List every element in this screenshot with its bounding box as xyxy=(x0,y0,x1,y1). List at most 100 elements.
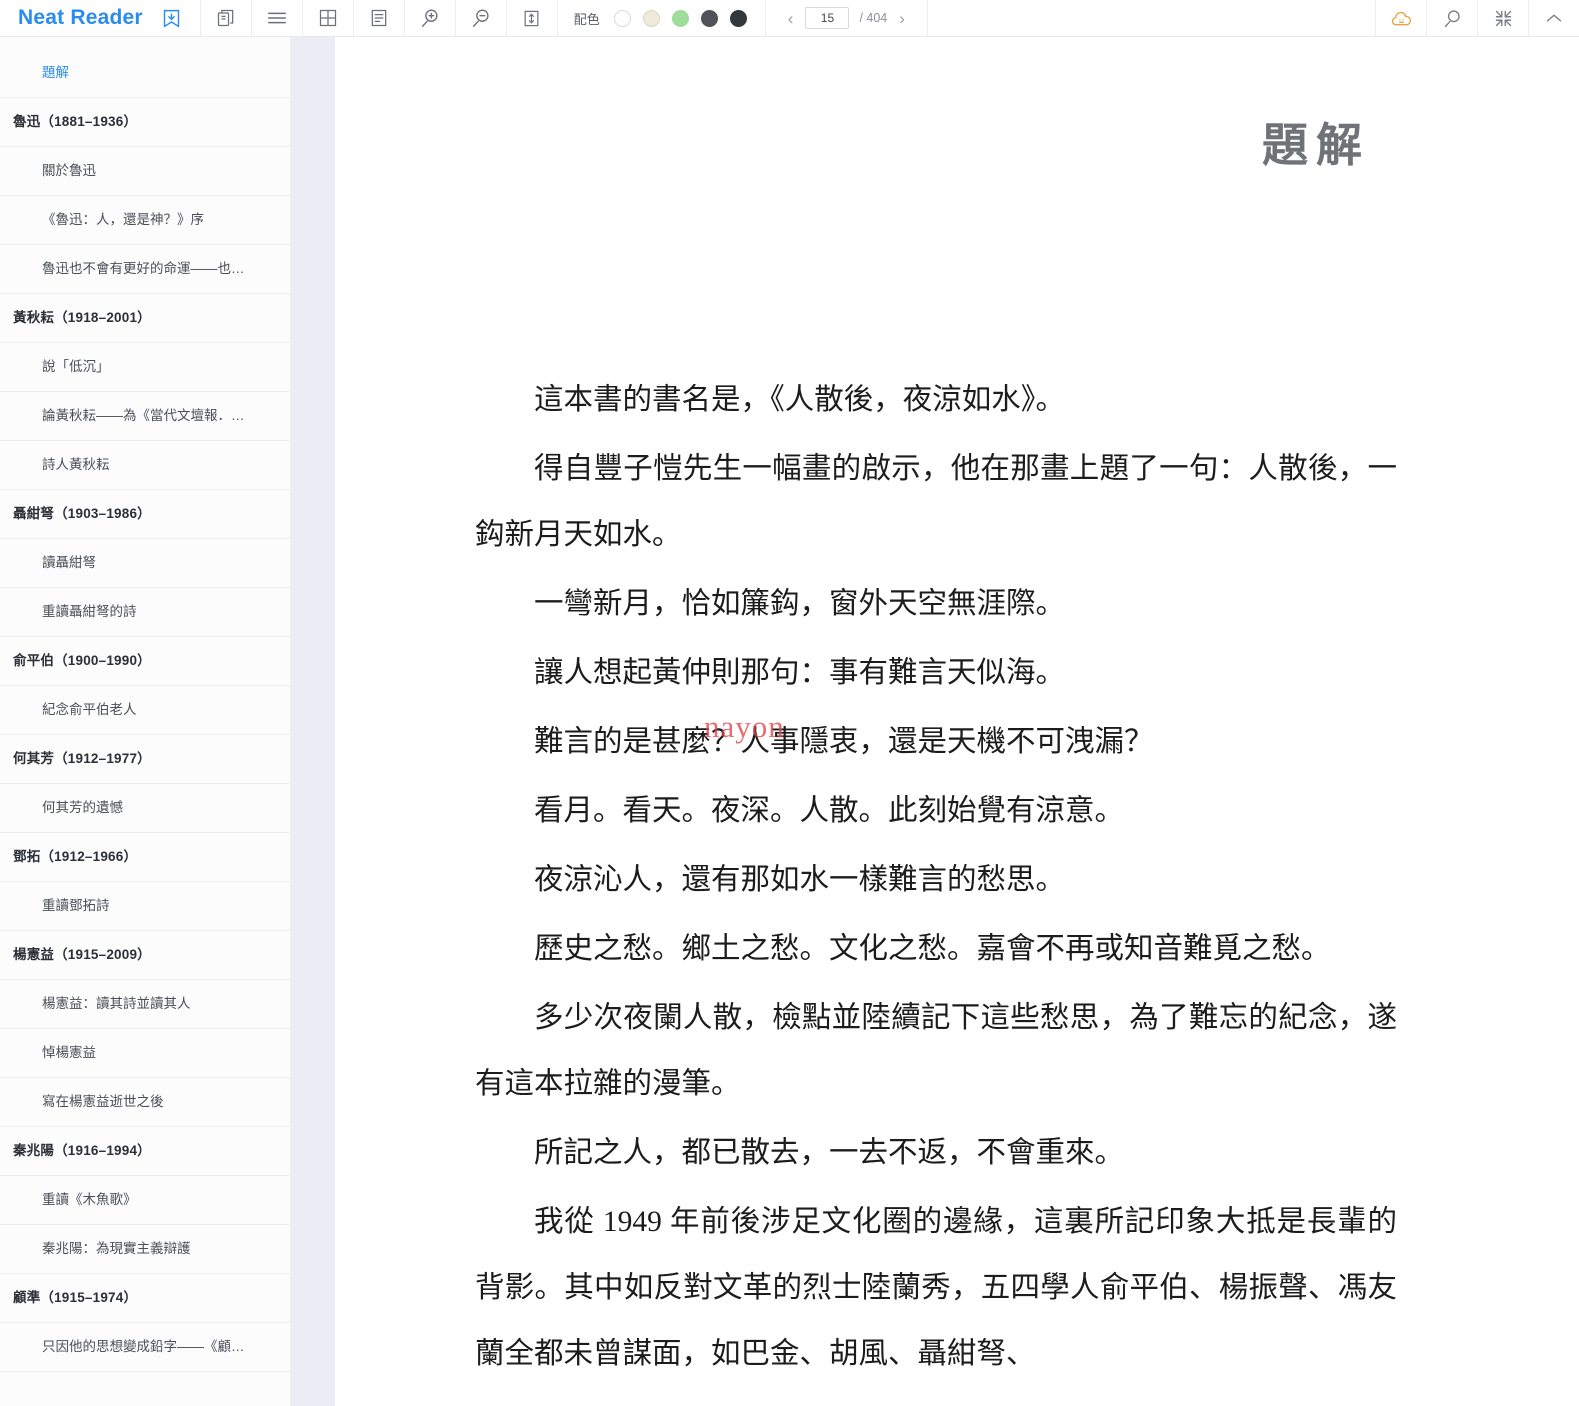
color-scheme-group: 配色 xyxy=(558,0,765,37)
toc-item-label: 悼楊憲益 xyxy=(42,1045,96,1061)
grid-layout-icon[interactable] xyxy=(303,0,353,37)
toc-item[interactable]: 悼楊憲益 xyxy=(0,1029,290,1078)
toc-item[interactable]: 何其芳的遺憾 xyxy=(0,784,290,833)
prev-page-button[interactable]: ‹ xyxy=(786,10,796,27)
toc-item[interactable]: 鄧拓（1912–1966） xyxy=(0,833,290,882)
scheme-green-swatch[interactable] xyxy=(671,9,689,27)
body-paragraph: 難言的是甚麼？人事隱衷，還是天機不可洩漏？ xyxy=(534,726,1154,758)
toc-item-label: 何其芳（1912–1977） xyxy=(13,751,151,767)
save-to-library-icon[interactable] xyxy=(157,0,187,37)
color-scheme-label: 配色 xyxy=(573,11,600,27)
page-content: 題解 這本書的書名是，《人散後，夜涼如水》。得自豐子愷先生一幅畫的啟示，他在那畫… xyxy=(335,37,1579,1406)
page-title: 題解 xyxy=(1262,120,1370,171)
page-navigator: ‹ / 404 › xyxy=(766,0,927,37)
toc-item[interactable]: 題解 xyxy=(0,49,290,98)
page-gutter xyxy=(291,37,335,1406)
page-body-text: 這本書的書名是，《人散後，夜涼如水》。得自豐子愷先生一幅畫的啟示，他在那畫上題了… xyxy=(475,367,1397,1390)
toc-item-label: 紀念俞平伯老人 xyxy=(42,702,137,718)
toc-item-label: 重讀《木魚歌》 xyxy=(42,1192,137,1208)
body-paragraph: 我從 1949 年前後涉足文化圈的邊緣，這裏所記印象大抵是長輩的背影。其中如反對… xyxy=(475,1206,1397,1370)
toc-item[interactable]: 何其芳（1912–1977） xyxy=(0,735,290,784)
toc-item-label: 讀聶紺弩 xyxy=(42,555,96,571)
toc-list: 題解魯迅（1881–1936） 關於魯迅《魯迅：人，還是神？》序魯迅也不會有更好的… xyxy=(0,37,290,1372)
body-paragraph: 看月。看天。夜深。人散。此刻始覺有涼意。 xyxy=(534,795,1125,827)
body-paragraph: 讓人想起黃仲則那句：事有難言天似海。 xyxy=(534,657,1066,689)
scheme-dark-gray-swatch[interactable] xyxy=(700,9,718,27)
toc-item[interactable]: 聶紺弩（1903–1986） xyxy=(0,490,290,539)
toc-item[interactable]: 楊憲益（1915–2009） xyxy=(0,931,290,980)
toc-item-label: 聶紺弩（1903–1986） xyxy=(13,506,151,522)
body-paragraph: 夜涼沁人，還有那如水一樣難言的愁思。 xyxy=(534,864,1066,896)
toc-item[interactable]: 重讀鄧拓詩 xyxy=(0,882,290,931)
toc-item[interactable]: 詩人黃秋耘 xyxy=(0,441,290,490)
toc-item[interactable]: 《魯迅：人，還是神？》序 xyxy=(0,196,290,245)
body-paragraph: 多少次夜闌人散，檢點並陸續記下這些愁思，為了難忘的紀念，遂有這本拉雜的漫筆。 xyxy=(475,1002,1397,1100)
line-height-icon[interactable] xyxy=(507,0,557,37)
toc-item-label: 楊憲益：讀其詩並讀其人 xyxy=(42,996,191,1012)
toc-item-label: 俞平伯（1900–1990） xyxy=(13,653,151,669)
app-title: Neat Reader xyxy=(18,6,143,29)
toc-item[interactable]: 魯迅（1881–1936） xyxy=(0,98,290,147)
toc-item-label: 重讀聶紺弩的詩 xyxy=(42,604,137,620)
toc-item[interactable]: 讀聶紺弩 xyxy=(0,539,290,588)
toc-item[interactable]: 俞平伯（1900–1990） xyxy=(0,637,290,686)
cloud-sync-icon[interactable] xyxy=(1376,0,1426,37)
zoom-out-icon[interactable] xyxy=(456,0,506,37)
toc-item-label: 魯迅也不會有更好的命運——也… xyxy=(42,261,245,277)
hamburger-menu-icon[interactable] xyxy=(252,0,302,37)
toc-item-label: 關於魯迅 xyxy=(42,163,96,179)
toc-item-label: 黃秋耘（1918–2001） xyxy=(13,310,151,326)
scheme-black-swatch[interactable] xyxy=(729,9,747,27)
body-paragraph: 得自豐子愷先生一幅畫的啟示，他在那畫上題了一句：人散後，一鈎新月天如水。 xyxy=(475,453,1397,551)
toc-item-label: 楊憲益（1915–2009） xyxy=(13,947,151,963)
toc-item-label: 鄧拓（1912–1966） xyxy=(13,849,138,865)
toc-item-label: 詩人黃秋耘 xyxy=(42,457,110,473)
scheme-white-swatch[interactable] xyxy=(613,9,631,27)
book-copy-icon[interactable] xyxy=(201,0,251,37)
toc-item-label: 何其芳的遺憾 xyxy=(42,800,123,816)
toc-item[interactable]: 論黃秋耘——為《當代文壇報．… xyxy=(0,392,290,441)
toc-item[interactable]: 魯迅也不會有更好的命運——也… xyxy=(0,245,290,294)
app-brand: Neat Reader xyxy=(0,0,200,37)
toc-item[interactable]: 重讀《木魚歌》 xyxy=(0,1176,290,1225)
toc-item-label: 《魯迅：人，還是神？》序 xyxy=(42,212,204,228)
toc-item-label: 題解 xyxy=(42,65,69,81)
body-paragraph: 歷史之愁。鄉土之愁。文化之愁。嘉會不再或知音難覓之愁。 xyxy=(534,933,1331,965)
toc-item-label: 說「低沉」 xyxy=(42,359,110,375)
toc-item[interactable]: 說「低沉」 xyxy=(0,343,290,392)
scheme-sepia-swatch[interactable] xyxy=(642,9,660,27)
body-paragraph: 所記之人，都已散去，一去不返，不會重來。 xyxy=(534,1137,1125,1169)
page-number-input[interactable] xyxy=(805,7,850,29)
toc-item-label: 秦兆陽（1916–1994） xyxy=(13,1143,151,1159)
toc-item[interactable]: 紀念俞平伯老人 xyxy=(0,686,290,735)
toc-item[interactable]: 顧準（1915–1974） xyxy=(0,1274,290,1323)
toc-item-label: 論黃秋耘——為《當代文壇報．… xyxy=(42,408,245,424)
reader-page[interactable]: 題解 這本書的書名是，《人散後，夜涼如水》。得自豐子愷先生一幅畫的啟示，他在那畫… xyxy=(335,37,1579,1406)
toc-item-label: 顧準（1915–1974） xyxy=(13,1290,138,1306)
fullscreen-exit-icon[interactable] xyxy=(1478,0,1528,37)
body-paragraph: 一彎新月，恰如簾鈎，窗外天空無涯際。 xyxy=(534,588,1066,620)
toc-item[interactable]: 重讀聶紺弩的詩 xyxy=(0,588,290,637)
toc-item-label: 重讀鄧拓詩 xyxy=(42,898,110,914)
toc-item[interactable]: 關於魯迅 xyxy=(0,147,290,196)
toc-item[interactable]: 楊憲益：讀其詩並讀其人 xyxy=(0,980,290,1029)
text-lines-icon[interactable] xyxy=(354,0,404,37)
toc-item-label: 魯迅（1881–1936） xyxy=(13,114,138,130)
total-pages-label: / 404 xyxy=(859,11,888,25)
zoom-in-icon[interactable] xyxy=(405,0,455,37)
toc-item-label: 寫在楊憲益逝世之後 xyxy=(42,1094,164,1110)
collapse-up-icon[interactable] xyxy=(1529,0,1579,37)
toc-item[interactable]: 只因他的思想變成鉛字——《顧… xyxy=(0,1323,290,1372)
sidebar-toc-panel[interactable]: 題解魯迅（1881–1936） 關於魯迅《魯迅：人，還是神？》序魯迅也不會有更好的… xyxy=(0,37,291,1406)
search-icon[interactable] xyxy=(1427,0,1477,37)
toc-item[interactable]: 黃秋耘（1918–2001） xyxy=(0,294,290,343)
toc-item-label: 秦兆陽：為現實主義辯護 xyxy=(42,1241,191,1257)
toc-item-label: 只因他的思想變成鉛字——《顧… xyxy=(42,1339,245,1355)
top-toolbar: Neat Reader 配色 ‹ 15 / 404 › xyxy=(0,0,1579,37)
next-page-button[interactable]: › xyxy=(897,10,907,27)
toc-item[interactable]: 寫在楊憲益逝世之後 xyxy=(0,1078,290,1127)
toc-item[interactable]: 秦兆陽（1916–1994） xyxy=(0,1127,290,1176)
toc-item[interactable]: 秦兆陽：為現實主義辯護 xyxy=(0,1225,290,1274)
body-paragraph: 這本書的書名是，《人散後，夜涼如水》。 xyxy=(534,384,1066,416)
